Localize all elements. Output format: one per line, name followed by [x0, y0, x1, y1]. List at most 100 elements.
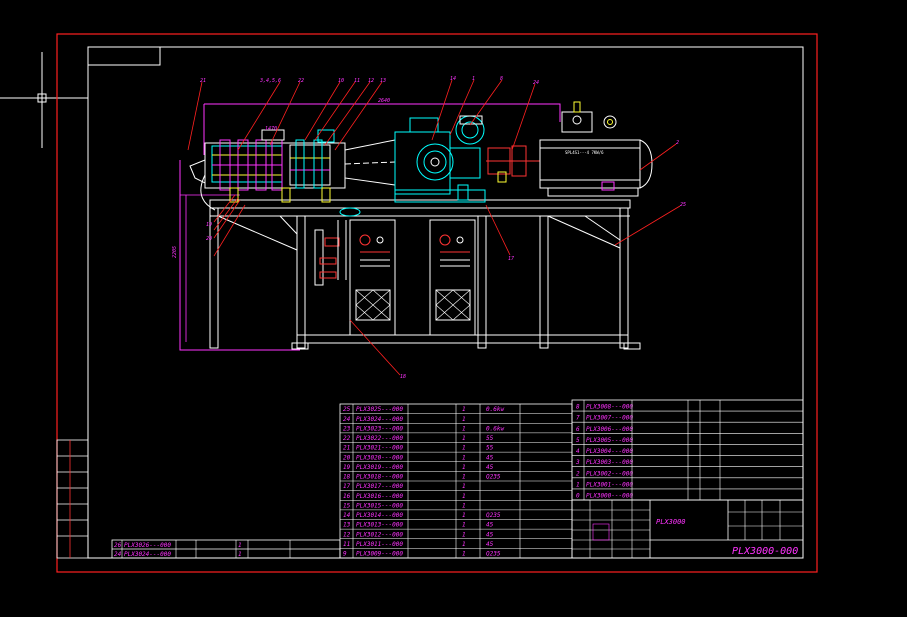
bom-row-qty: 1: [462, 445, 466, 452]
bom-row-no: 25: [343, 406, 351, 413]
bom-row-code: PLX3013---000: [356, 522, 403, 529]
bom-row-qty: 1: [462, 435, 466, 442]
bom-row-material: 45: [486, 464, 494, 471]
bom-bl-qty: 1: [238, 542, 242, 549]
bom-row-no: 19: [343, 464, 351, 471]
balloon-label: 12: [368, 78, 374, 84]
bom-bl-code: PLX3024---000: [124, 551, 171, 558]
balloon-label: 18: [400, 374, 406, 380]
bom-right-no: 5: [576, 437, 580, 444]
bom-row-code: PLX3019---000: [356, 464, 403, 471]
bom-row-code: PLX3021---000: [356, 445, 403, 452]
bom-row-qty: 1: [462, 502, 466, 509]
balloon-label: 22: [298, 78, 304, 84]
bom-row-no: 16: [343, 493, 351, 500]
balloon-label: 1: [472, 76, 475, 82]
balloon-label: 19: [206, 222, 212, 228]
bom-row-no: 9: [343, 551, 347, 558]
bom-row-code: PLX3022---000: [356, 435, 403, 442]
balloon-label: 14: [450, 76, 456, 82]
balloon-label: 25: [680, 202, 686, 208]
balloon-label: 21: [200, 78, 206, 84]
bom-right-no: 0: [576, 493, 580, 500]
bom-row-material: 45: [486, 541, 494, 548]
bom-row-no: 15: [343, 502, 351, 509]
bom-row-material: Q235: [486, 512, 501, 519]
bom-row-material: 0.6kw: [486, 406, 504, 413]
title-block: PLX3000 PLX3000-000: [571, 499, 804, 559]
bom-row-no: 23: [343, 425, 351, 432]
bom-row-material: 45: [486, 531, 494, 538]
bom-bl-qty: 1: [238, 551, 242, 558]
inner-border: [87, 46, 804, 559]
bom-right-no: 1: [576, 481, 580, 488]
bom-row-qty: 1: [462, 551, 466, 558]
bom-right-code: PLX3003---000: [586, 459, 633, 466]
bom-table-right: 8 PLX3008---000 7 PLX3007---000 6 PLX3006---0…: [571, 399, 804, 501]
balloon-label: 10: [338, 78, 344, 84]
bom-row-no: 22: [343, 435, 351, 442]
dim-text-3: 2205: [172, 246, 178, 258]
bom-right-code: PLX3001---000: [586, 481, 633, 488]
bom-right-code: PLX3007---000: [586, 415, 633, 422]
bom-table-bottom-left: 26 PLX3026---000 1 24 PLX3024---000 1: [111, 539, 341, 559]
balloon-label: 3,4,5,6: [259, 78, 281, 84]
dim-text-1: 2640: [378, 98, 390, 104]
bom-row-no: 21: [343, 445, 350, 452]
bom-row-code: PLX3025---000: [356, 406, 403, 413]
bom-row-qty: 1: [462, 541, 466, 548]
bom-row-code: PLX3012---000: [356, 531, 403, 538]
bom-row-qty: 1: [462, 406, 466, 413]
bom-row-code: PLX3009---000: [356, 551, 403, 558]
drawing-number: PLX3000-000: [732, 546, 798, 557]
bom-bl-no: 26: [114, 542, 122, 549]
bom-row-code: PLX3015---000: [356, 502, 403, 509]
corner-box: [87, 46, 161, 66]
bom-row-code: PLX3018---000: [356, 474, 403, 481]
bom-right-no: 2: [576, 470, 580, 477]
balloon-label: 20: [206, 236, 212, 242]
bom-row-qty: 1: [462, 522, 466, 529]
bom-row-no: 13: [343, 522, 351, 529]
bom-row-no: 14: [343, 512, 351, 519]
bom-bl-no: 24: [114, 551, 122, 558]
bom-row-material: 55: [486, 435, 494, 442]
bom-row-no: 20: [343, 454, 351, 461]
bom-row-material: 55: [486, 445, 494, 452]
balloon-label: 11: [354, 78, 360, 84]
bom-row-no: 18: [343, 474, 351, 481]
bom-right-no: 7: [576, 415, 580, 422]
bom-row-qty: 1: [462, 531, 466, 538]
bom-row-qty: 1: [462, 474, 466, 481]
dim-text-2: 1470: [265, 126, 277, 132]
bom-row-code: PLX3024---000: [356, 416, 403, 423]
bom-row-code: PLX3011---000: [356, 541, 403, 548]
bom-row-code: PLX3016---000: [356, 493, 403, 500]
bom-row-material: 0.6kw: [486, 425, 504, 432]
bom-right-code: PLX3004---000: [586, 448, 633, 455]
balloon-label: 24: [533, 80, 539, 86]
bom-bl-code: PLX3026---000: [124, 542, 171, 549]
balloon-label: 17: [508, 256, 514, 262]
bom-row-no: 17: [343, 483, 351, 490]
cad-drawing-canvas[interactable]: SPL4S1---4 7KW/6 2640 1470 2205 21 3,4,5…: [0, 0, 907, 617]
bom-right-code: PLX3000---000: [586, 493, 633, 500]
bom-row-material: 45: [486, 454, 494, 461]
crosshair-cursor-icon: [0, 52, 88, 148]
bom-row-qty: 1: [462, 483, 466, 490]
extruder-machine: SPL4S1---4 7KW/6 2640 1470 2205: [172, 79, 681, 376]
bom-row-material: Q235: [486, 551, 501, 558]
bom-right-code: PLX3008---000: [586, 404, 633, 411]
bom-right-no: 3: [575, 459, 580, 466]
bom-row-code: PLX3014---000: [356, 512, 403, 519]
bom-row-no: 11: [343, 541, 350, 548]
bom-row-qty: 1: [462, 416, 466, 423]
motor-label: SPL4S1---4 7KW/6: [565, 150, 604, 155]
bom-row-no: 24: [343, 416, 351, 423]
bom-row-qty: 1: [462, 512, 466, 519]
bom-row-no: 12: [343, 531, 351, 538]
bom-row-code: PLX3023---000: [356, 425, 403, 432]
outer-frame: [56, 33, 818, 573]
bom-right-code: PLX3005---000: [586, 437, 633, 444]
balloon-labels: 21 3,4,5,6 22 10 11 12 13 14 1 8 24 2 25…: [200, 76, 686, 380]
